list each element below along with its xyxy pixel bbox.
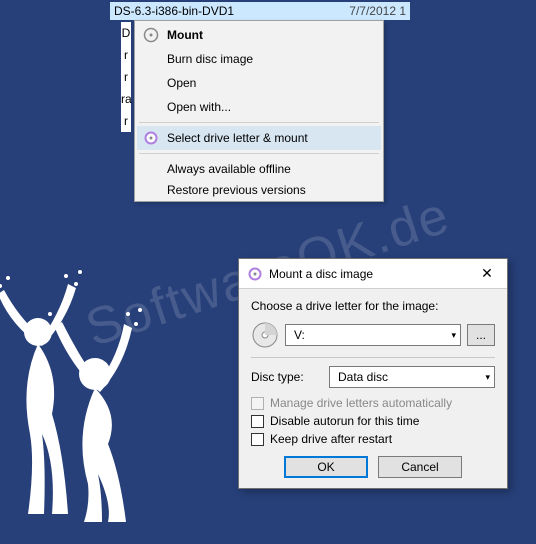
menu-separator: [139, 153, 379, 154]
choose-drive-label: Choose a drive letter for the image:: [251, 299, 495, 313]
menu-separator: [139, 122, 379, 123]
disc-type-label: Disc type:: [251, 370, 323, 384]
disc-icon: [143, 27, 159, 43]
checkbox-manage-label: Manage drive letters automatically: [270, 396, 452, 410]
disc-type-value: Data disc: [338, 370, 388, 384]
dialog-title: Mount a disc image: [269, 267, 373, 281]
dialog-titlebar: Mount a disc image ✕: [239, 259, 507, 289]
app-disc-icon: [247, 266, 263, 282]
side-letters: D r r ra r: [121, 22, 131, 132]
file-name: DS-6.3-i386-bin-DVD1: [114, 4, 234, 18]
close-button[interactable]: ✕: [467, 259, 507, 289]
menu-item-restore[interactable]: Restore previous versions: [137, 181, 381, 199]
chevron-down-icon: ▾: [485, 372, 490, 383]
drive-letter-combo[interactable]: V: ▾: [285, 324, 461, 346]
silhouette-figures: [0, 254, 160, 524]
menu-item-open[interactable]: Open: [137, 71, 381, 95]
disc-type-combo[interactable]: Data disc ▾: [329, 366, 495, 388]
file-list-row[interactable]: DS-6.3-i386-bin-DVD1 7/7/2012 1: [110, 2, 410, 20]
disc-large-icon: [251, 321, 279, 349]
cancel-button[interactable]: Cancel: [378, 456, 462, 478]
checkbox-autorun[interactable]: [251, 415, 264, 428]
checkbox-keep[interactable]: [251, 433, 264, 446]
mount-dialog: Mount a disc image ✕ Choose a drive lett…: [238, 258, 508, 489]
drive-letter-value: V:: [294, 328, 305, 342]
checkbox-autorun-label: Disable autorun for this time: [270, 414, 419, 428]
menu-item-select-mount[interactable]: Select drive letter & mount: [137, 126, 381, 150]
chevron-down-icon: ▾: [451, 330, 456, 341]
menu-item-offline[interactable]: Always available offline: [137, 157, 381, 181]
app-disc-icon: [143, 130, 159, 146]
menu-item-mount[interactable]: Mount: [137, 23, 381, 47]
menu-item-open-with[interactable]: Open with...: [137, 95, 381, 119]
checkbox-manage: [251, 397, 264, 410]
file-date: 7/7/2012 1: [349, 4, 406, 18]
browse-button[interactable]: ...: [467, 324, 495, 346]
close-icon: ✕: [481, 265, 493, 282]
menu-item-burn[interactable]: Burn disc image: [137, 47, 381, 71]
ok-button[interactable]: OK: [284, 456, 368, 478]
context-menu: Mount Burn disc image Open Open with... …: [134, 20, 384, 202]
divider: [251, 357, 495, 358]
checkbox-keep-label: Keep drive after restart: [270, 432, 392, 446]
